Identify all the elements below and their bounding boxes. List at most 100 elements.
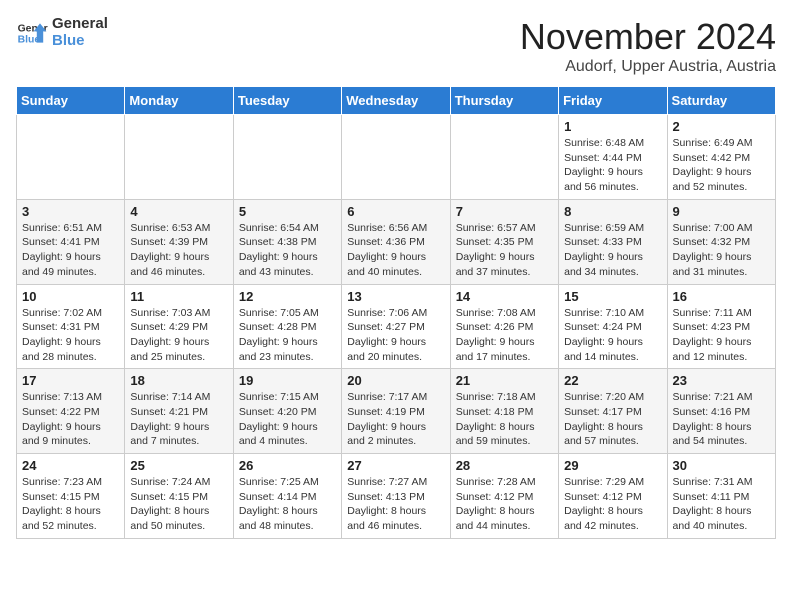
day-info: Sunrise: 7:17 AM Sunset: 4:19 PM Dayligh… xyxy=(347,390,444,449)
header-wednesday: Wednesday xyxy=(342,87,450,115)
calendar-header-row: SundayMondayTuesdayWednesdayThursdayFrid… xyxy=(17,87,776,115)
calendar-cell: 3 Sunrise: 6:51 AM Sunset: 4:41 PM Daylig… xyxy=(17,199,125,284)
day-number: 12 xyxy=(239,289,336,304)
calendar-cell: 21 Sunrise: 7:18 AM Sunset: 4:18 PM Dayli… xyxy=(450,369,558,454)
calendar-cell: 16 Sunrise: 7:11 AM Sunset: 4:23 PM Dayli… xyxy=(667,284,775,369)
month-title: November 2024 xyxy=(520,16,776,58)
header-monday: Monday xyxy=(125,87,233,115)
calendar-cell: 24Sunrise: 7:23 AM Sunset: 4:15 PM Dayli… xyxy=(17,454,125,539)
day-number: 3 xyxy=(22,204,119,219)
calendar-cell: 14 Sunrise: 7:08 AM Sunset: 4:26 PM Dayli… xyxy=(450,284,558,369)
calendar-cell: 25 Sunrise: 7:24 AM Sunset: 4:15 PM Dayli… xyxy=(125,454,233,539)
day-info: Sunrise: 6:59 AM Sunset: 4:33 PM Dayligh… xyxy=(564,221,661,280)
day-info: Sunrise: 7:21 AM Sunset: 4:16 PM Dayligh… xyxy=(673,390,770,449)
calendar-cell xyxy=(233,115,341,200)
day-info: Sunrise: 7:08 AM Sunset: 4:26 PM Dayligh… xyxy=(456,306,553,365)
title-area: November 2024 Audorf, Upper Austria, Aus… xyxy=(520,16,776,76)
logo-line2: Blue xyxy=(52,33,108,50)
day-number: 23 xyxy=(673,373,770,388)
header-friday: Friday xyxy=(559,87,667,115)
day-number: 13 xyxy=(347,289,444,304)
day-info: Sunrise: 7:11 AM Sunset: 4:23 PM Dayligh… xyxy=(673,306,770,365)
day-number: 1 xyxy=(564,119,661,134)
day-number: 21 xyxy=(456,373,553,388)
calendar-week-3: 10 Sunrise: 7:02 AM Sunset: 4:31 PM Dayli… xyxy=(17,284,776,369)
header: General Blue General Blue November 2024 … xyxy=(16,16,776,76)
day-info: Sunrise: 7:24 AM Sunset: 4:15 PM Dayligh… xyxy=(130,475,227,534)
day-number: 30 xyxy=(673,458,770,473)
calendar-week-1: 1Sunrise: 6:48 AM Sunset: 4:44 PM Daylig… xyxy=(17,115,776,200)
day-info: Sunrise: 7:20 AM Sunset: 4:17 PM Dayligh… xyxy=(564,390,661,449)
logo: General Blue General Blue xyxy=(16,16,108,49)
day-number: 15 xyxy=(564,289,661,304)
day-number: 25 xyxy=(130,458,227,473)
calendar-cell xyxy=(450,115,558,200)
day-info: Sunrise: 7:29 AM Sunset: 4:12 PM Dayligh… xyxy=(564,475,661,534)
day-info: Sunrise: 7:15 AM Sunset: 4:20 PM Dayligh… xyxy=(239,390,336,449)
day-number: 6 xyxy=(347,204,444,219)
calendar-cell xyxy=(125,115,233,200)
calendar-cell: 30 Sunrise: 7:31 AM Sunset: 4:11 PM Dayli… xyxy=(667,454,775,539)
calendar-cell: 11Sunrise: 7:03 AM Sunset: 4:29 PM Dayli… xyxy=(125,284,233,369)
day-info: Sunrise: 7:10 AM Sunset: 4:24 PM Dayligh… xyxy=(564,306,661,365)
day-number: 16 xyxy=(673,289,770,304)
calendar-cell: 7 Sunrise: 6:57 AM Sunset: 4:35 PM Daylig… xyxy=(450,199,558,284)
day-info: Sunrise: 7:06 AM Sunset: 4:27 PM Dayligh… xyxy=(347,306,444,365)
day-number: 10 xyxy=(22,289,119,304)
header-thursday: Thursday xyxy=(450,87,558,115)
header-tuesday: Tuesday xyxy=(233,87,341,115)
day-number: 14 xyxy=(456,289,553,304)
day-number: 29 xyxy=(564,458,661,473)
calendar-week-2: 3 Sunrise: 6:51 AM Sunset: 4:41 PM Daylig… xyxy=(17,199,776,284)
location-title: Audorf, Upper Austria, Austria xyxy=(520,58,776,76)
day-info: Sunrise: 7:02 AM Sunset: 4:31 PM Dayligh… xyxy=(22,306,119,365)
day-info: Sunrise: 7:27 AM Sunset: 4:13 PM Dayligh… xyxy=(347,475,444,534)
calendar-cell xyxy=(342,115,450,200)
calendar-cell xyxy=(17,115,125,200)
day-number: 7 xyxy=(456,204,553,219)
day-info: Sunrise: 6:54 AM Sunset: 4:38 PM Dayligh… xyxy=(239,221,336,280)
day-number: 8 xyxy=(564,204,661,219)
header-saturday: Saturday xyxy=(667,87,775,115)
calendar-cell: 27 Sunrise: 7:27 AM Sunset: 4:13 PM Dayli… xyxy=(342,454,450,539)
day-info: Sunrise: 7:23 AM Sunset: 4:15 PM Dayligh… xyxy=(22,475,119,534)
calendar-cell: 13 Sunrise: 7:06 AM Sunset: 4:27 PM Dayli… xyxy=(342,284,450,369)
day-number: 27 xyxy=(347,458,444,473)
day-number: 17 xyxy=(22,373,119,388)
day-number: 4 xyxy=(130,204,227,219)
day-info: Sunrise: 6:49 AM Sunset: 4:42 PM Dayligh… xyxy=(673,136,770,195)
logo-icon: General Blue xyxy=(16,17,48,49)
day-number: 28 xyxy=(456,458,553,473)
logo-line1: General xyxy=(52,16,108,33)
day-number: 18 xyxy=(130,373,227,388)
calendar-cell: 20 Sunrise: 7:17 AM Sunset: 4:19 PM Dayli… xyxy=(342,369,450,454)
day-number: 5 xyxy=(239,204,336,219)
day-info: Sunrise: 6:56 AM Sunset: 4:36 PM Dayligh… xyxy=(347,221,444,280)
day-info: Sunrise: 6:51 AM Sunset: 4:41 PM Dayligh… xyxy=(22,221,119,280)
calendar-cell: 23 Sunrise: 7:21 AM Sunset: 4:16 PM Dayli… xyxy=(667,369,775,454)
calendar-cell: 15 Sunrise: 7:10 AM Sunset: 4:24 PM Dayli… xyxy=(559,284,667,369)
calendar-cell: 10 Sunrise: 7:02 AM Sunset: 4:31 PM Dayli… xyxy=(17,284,125,369)
calendar-week-5: 24Sunrise: 7:23 AM Sunset: 4:15 PM Dayli… xyxy=(17,454,776,539)
calendar-cell: 17Sunrise: 7:13 AM Sunset: 4:22 PM Dayli… xyxy=(17,369,125,454)
calendar-cell: 4Sunrise: 6:53 AM Sunset: 4:39 PM Daylig… xyxy=(125,199,233,284)
day-number: 11 xyxy=(130,289,227,304)
day-info: Sunrise: 6:57 AM Sunset: 4:35 PM Dayligh… xyxy=(456,221,553,280)
calendar-cell: 26Sunrise: 7:25 AM Sunset: 4:14 PM Dayli… xyxy=(233,454,341,539)
calendar-cell: 29 Sunrise: 7:29 AM Sunset: 4:12 PM Dayli… xyxy=(559,454,667,539)
day-number: 20 xyxy=(347,373,444,388)
day-number: 2 xyxy=(673,119,770,134)
calendar-cell: 12Sunrise: 7:05 AM Sunset: 4:28 PM Dayli… xyxy=(233,284,341,369)
calendar-cell: 9Sunrise: 7:00 AM Sunset: 4:32 PM Daylig… xyxy=(667,199,775,284)
day-info: Sunrise: 7:31 AM Sunset: 4:11 PM Dayligh… xyxy=(673,475,770,534)
day-number: 26 xyxy=(239,458,336,473)
header-sunday: Sunday xyxy=(17,87,125,115)
calendar-cell: 18 Sunrise: 7:14 AM Sunset: 4:21 PM Dayli… xyxy=(125,369,233,454)
calendar-cell: 22 Sunrise: 7:20 AM Sunset: 4:17 PM Dayli… xyxy=(559,369,667,454)
day-info: Sunrise: 7:18 AM Sunset: 4:18 PM Dayligh… xyxy=(456,390,553,449)
day-number: 22 xyxy=(564,373,661,388)
calendar-cell: 19Sunrise: 7:15 AM Sunset: 4:20 PM Dayli… xyxy=(233,369,341,454)
calendar-cell: 28Sunrise: 7:28 AM Sunset: 4:12 PM Dayli… xyxy=(450,454,558,539)
day-info: Sunrise: 7:14 AM Sunset: 4:21 PM Dayligh… xyxy=(130,390,227,449)
calendar-cell: 1Sunrise: 6:48 AM Sunset: 4:44 PM Daylig… xyxy=(559,115,667,200)
